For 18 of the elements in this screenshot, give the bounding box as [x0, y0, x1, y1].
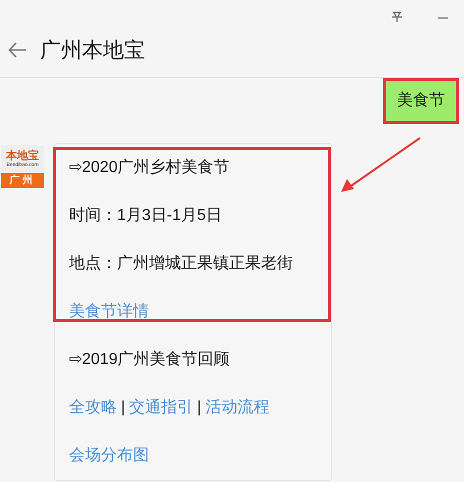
message-link[interactable]: 全攻略	[69, 399, 117, 416]
message-text: ⇨2019广州美食节回顾	[69, 351, 230, 368]
message-link[interactable]: 美食节详情	[69, 303, 149, 320]
message-text: 时间：1月3日-1月5日	[69, 207, 222, 224]
logo-brand: 本地宝	[6, 150, 39, 162]
link-separator: |	[121, 399, 126, 416]
message-text: ⇨2020广州乡村美食节	[69, 159, 230, 176]
window-title: 广州本地宝	[40, 38, 145, 64]
message-link[interactable]: 会场分布图	[69, 447, 149, 464]
link-separator: |	[197, 399, 202, 416]
logo-city: 广州	[1, 173, 44, 188]
message-text: 地点：广州增城正果镇正果老街	[69, 255, 293, 272]
back-arrow-icon[interactable]	[8, 42, 27, 58]
minimize-icon[interactable]	[438, 16, 448, 20]
message-link[interactable]: 交通指引	[129, 399, 194, 416]
message-link[interactable]: 活动流程	[205, 399, 270, 416]
pin-icon[interactable]	[391, 11, 403, 23]
reply-bubble: 美食节	[386, 81, 456, 121]
